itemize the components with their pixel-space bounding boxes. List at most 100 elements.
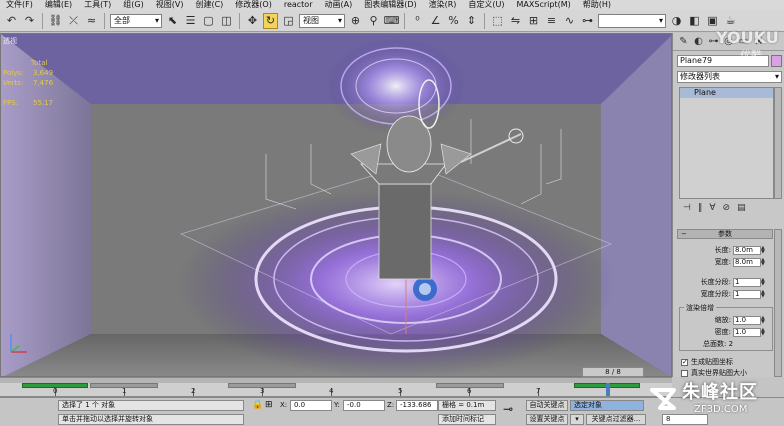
keyboard-shortcut-icon[interactable]: ⌨ <box>384 13 400 29</box>
reference-coord-dropdown[interactable]: 视图 <box>299 13 345 28</box>
menu-group[interactable]: 组(G) <box>117 0 149 10</box>
modify-tab-icon[interactable]: ◐ <box>692 35 705 48</box>
menu-reactor[interactable]: reactor <box>278 0 319 10</box>
pivot-center-icon[interactable]: ⊕ <box>348 13 363 29</box>
key-filter-icon[interactable]: ▾ <box>570 414 584 425</box>
length-spinner-icon[interactable]: ▲ ▼ <box>761 245 766 255</box>
menu-views[interactable]: 视图(V) <box>150 0 190 10</box>
lock-selection-icon[interactable]: 🔒 <box>252 400 263 411</box>
stack-scrollbar[interactable] <box>774 87 782 199</box>
current-frame-marker[interactable] <box>606 383 610 396</box>
menu-customize[interactable]: 自定义(U) <box>462 0 510 10</box>
mirror-icon[interactable]: ⇋ <box>508 13 523 29</box>
scale-spinner-icon[interactable]: ▲ ▼ <box>761 315 766 325</box>
undo-icon[interactable]: ↶ <box>4 13 19 29</box>
menu-create[interactable]: 创建(C) <box>189 0 229 10</box>
modifier-list-dropdown[interactable]: 修改器列表 <box>677 71 782 83</box>
select-object-icon[interactable]: ⬉ <box>165 13 180 29</box>
menu-graph-editors[interactable]: 图表编辑器(D) <box>358 0 422 10</box>
menu-tools[interactable]: 工具(T) <box>78 0 117 10</box>
width-segs-input[interactable]: 1 <box>733 289 761 299</box>
curve-editor-icon[interactable]: ∿ <box>562 13 577 29</box>
material-editor-icon[interactable]: ◑ <box>669 13 684 29</box>
density-spinner-icon[interactable]: ▲ ▼ <box>761 327 766 337</box>
key-mode-icon[interactable]: ⊸ <box>503 403 513 415</box>
rollout-header[interactable]: 参数 <box>677 229 773 239</box>
align-icon[interactable]: ⊞ <box>526 13 541 29</box>
length-segs-input[interactable]: 1 <box>733 277 761 287</box>
show-end-result-icon[interactable]: ‖ <box>698 203 703 215</box>
width-spinner-icon[interactable]: ▲ ▼ <box>761 257 766 267</box>
render-frame-icon[interactable]: ▣ <box>705 13 720 29</box>
track-bar[interactable]: 0 1 2 3 4 5 6 7 <box>0 383 672 397</box>
configure-sets-icon[interactable]: ▤ <box>737 203 746 215</box>
verts-label: Verts: <box>3 79 24 87</box>
scale-icon[interactable]: ◲ <box>281 13 296 29</box>
command-panel: ✎ ◐ ⊶ ◎ ▭ ⚒ Plane79 修改器列表 Plane ⊣ ‖ ∀ ⊘ … <box>672 33 784 377</box>
selection-filter-dropdown[interactable]: 全部 <box>110 13 162 28</box>
length-segs-spinner-icon[interactable]: ▲ ▼ <box>761 277 766 287</box>
object-color-swatch[interactable] <box>771 55 782 67</box>
scale-input[interactable]: 1.0 <box>733 315 761 325</box>
menu-help[interactable]: 帮助(H) <box>577 0 617 10</box>
real-world-check-box[interactable] <box>681 369 688 377</box>
unlink-icon[interactable]: ⤫ <box>66 13 81 29</box>
menu-animation[interactable]: 动画(A) <box>318 0 358 10</box>
timeline-tick-label: 5 <box>398 387 403 395</box>
select-link-icon[interactable]: ⛓ <box>48 13 63 29</box>
create-tab-icon[interactable]: ✎ <box>677 35 690 48</box>
schematic-view-icon[interactable]: ⊶ <box>580 13 595 29</box>
gen-mapping-checkbox[interactable]: ✓ 生成贴图坐标 <box>681 357 733 367</box>
quick-render-icon[interactable]: ☕ <box>723 13 738 29</box>
stack-item-plane[interactable]: Plane <box>680 88 773 98</box>
menu-rendering[interactable]: 渲染(R) <box>423 0 463 10</box>
rect-selection-icon[interactable]: ▢ <box>201 13 216 29</box>
menu-maxscript[interactable]: MAXScript(M) <box>511 0 577 10</box>
remove-modifier-icon[interactable]: ⊘ <box>723 203 731 215</box>
pin-stack-icon[interactable]: ⊣ <box>683 203 691 215</box>
add-time-tag[interactable]: 添加时间标记 <box>438 414 496 425</box>
named-selection-icon[interactable]: ⬚ <box>490 13 505 29</box>
real-world-checkbox[interactable]: 真实世界贴图大小 <box>681 368 747 378</box>
x-coord-input[interactable]: 0.0 <box>290 400 332 411</box>
redo-icon[interactable]: ↷ <box>22 13 37 29</box>
angle-snap-icon[interactable]: ∠ <box>428 13 443 29</box>
key-selection-dropdown[interactable]: 选定对象 <box>570 400 644 411</box>
select-manipulate-icon[interactable]: ⚲ <box>366 13 381 29</box>
snap-3d-icon[interactable]: ⁰ <box>410 13 425 29</box>
density-input[interactable]: 1.0 <box>733 327 761 337</box>
named-selection-set-dropdown[interactable] <box>598 13 666 28</box>
layer-manager-icon[interactable]: ≡ <box>544 13 559 29</box>
key-filters-button[interactable]: 关键点过滤器... <box>586 414 646 425</box>
gen-mapping-check-icon[interactable]: ✓ <box>681 358 688 366</box>
gen-mapping-label: 生成贴图坐标 <box>691 358 733 366</box>
perspective-viewport[interactable]: 透视 Total Polys: 3,649 Verts: 7,476 FPS: 55.… <box>0 33 672 377</box>
rotate-icon[interactable]: ↻ <box>263 12 278 29</box>
select-by-name-icon[interactable]: ☰ <box>183 13 198 29</box>
percent-snap-icon[interactable]: % <box>446 13 461 29</box>
menu-edit[interactable]: 编辑(E) <box>39 0 78 10</box>
z-coord-input[interactable]: -133.686 <box>396 400 438 411</box>
bind-space-warp-icon[interactable]: ≈ <box>84 13 99 29</box>
absolute-mode-icon[interactable]: ⊞ <box>265 400 273 411</box>
time-slider-frame-counter[interactable]: 8 / 8 <box>582 367 644 377</box>
length-input[interactable]: 8.0m <box>733 245 761 255</box>
set-key-button[interactable]: 设置关键点 <box>526 414 568 425</box>
command-panel-scrollbar[interactable] <box>774 229 782 377</box>
timeline-tick-label: 2 <box>191 387 196 395</box>
move-icon[interactable]: ✥ <box>245 13 260 29</box>
viewport-label[interactable]: 透视 <box>3 36 17 46</box>
window-crossing-icon[interactable]: ◫ <box>219 13 234 29</box>
verts-value: 7,476 <box>33 79 54 87</box>
width-input[interactable]: 8.0m <box>733 257 761 267</box>
menu-file[interactable]: 文件(F) <box>0 0 39 10</box>
make-unique-icon[interactable]: ∀ <box>709 203 715 215</box>
menu-modifiers[interactable]: 修改器(O) <box>229 0 278 10</box>
auto-key-button[interactable]: 自动关键点 <box>526 400 568 411</box>
spinner-snap-icon[interactable]: ⇕ <box>464 13 479 29</box>
prompt-line: 单击并拖动以选择并旋转对象 <box>58 414 244 425</box>
render-setup-icon[interactable]: ◧ <box>687 13 702 29</box>
width-segs-spinner-icon[interactable]: ▲ ▼ <box>761 289 766 299</box>
y-coord-input[interactable]: -0.0 <box>343 400 385 411</box>
width-label: 宽度: <box>714 258 731 266</box>
